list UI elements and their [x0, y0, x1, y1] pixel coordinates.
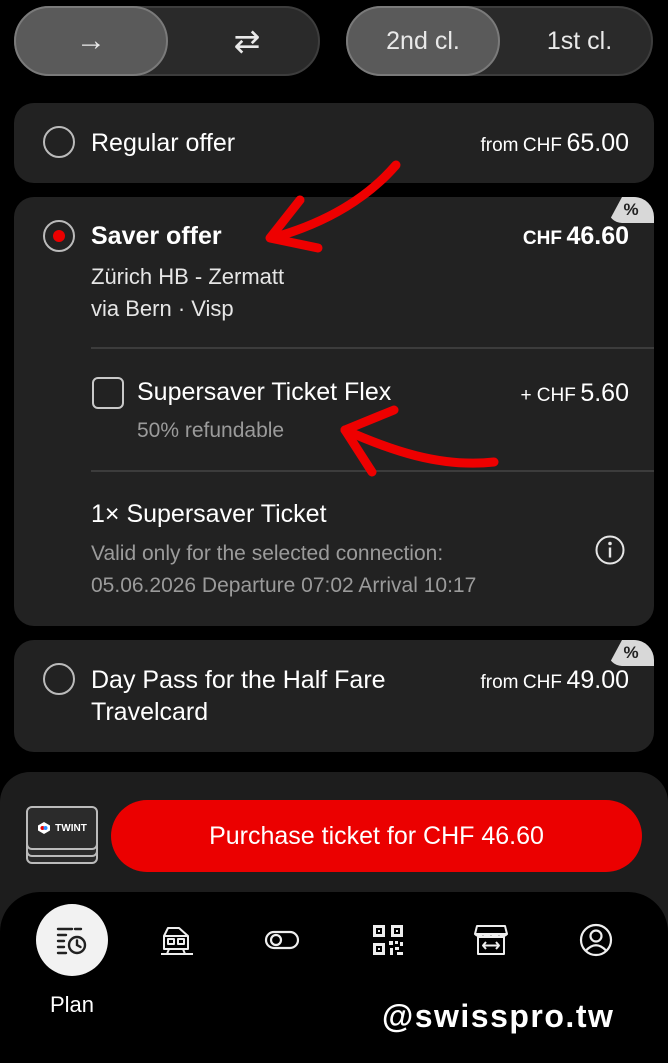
twint-payment-button[interactable]: TWINT: [26, 806, 98, 864]
arrow-right-icon: →: [76, 24, 106, 57]
one-way-button[interactable]: →: [14, 6, 168, 76]
return-trip-button[interactable]: ⇄: [170, 6, 324, 76]
currency: CHF: [522, 228, 562, 249]
flex-addon-checkbox[interactable]: [92, 377, 124, 409]
watermark: @swisspro.tw: [382, 998, 615, 1034]
saver-offer-label: Saver offer: [91, 222, 222, 250]
from-label: from: [480, 672, 519, 693]
toggle-switch-icon[interactable]: [264, 922, 300, 958]
class-toggle: 2nd cl. 1st cl.: [346, 6, 653, 76]
profile-icon[interactable]: [578, 922, 614, 958]
via-text: via Bern · Visp: [91, 296, 234, 321]
twint-logo-icon: [38, 822, 51, 834]
regular-offer-card[interactable]: Regular offer from CHF 65.00: [14, 103, 654, 183]
ticket-validity: Valid only for the selected connection:: [91, 542, 444, 565]
direction-toggle: → ⇄: [14, 6, 320, 76]
currency: CHF: [522, 135, 562, 156]
divider: [91, 347, 654, 349]
first-class-button[interactable]: 1st cl.: [502, 6, 657, 76]
twint-label: TWINT: [55, 822, 87, 834]
timetable-icon: [56, 927, 87, 955]
day-pass-offer-card[interactable]: % Day Pass for the Half Fare Travelcard …: [14, 640, 654, 752]
price-value: 46.60: [566, 222, 629, 250]
day-pass-label-line1: Day Pass for the Half Fare: [91, 666, 386, 694]
info-icon[interactable]: [594, 534, 626, 566]
purchase-ticket-button[interactable]: Purchase ticket for CHF 46.60: [111, 800, 642, 872]
price-value: 65.00: [566, 129, 629, 157]
regular-offer-radio[interactable]: [43, 126, 75, 158]
swap-arrows-icon: ⇄: [233, 23, 261, 59]
from-label: from: [480, 135, 519, 156]
saver-offer-price: CHF 46.60: [523, 222, 629, 251]
saver-offer-card[interactable]: % Saver offer CHF 46.60 Zürich HB - Zerm…: [14, 197, 654, 626]
discount-badge: %: [608, 640, 654, 666]
discount-badge: %: [608, 197, 654, 223]
saver-offer-radio[interactable]: [43, 220, 75, 252]
divider: [91, 470, 654, 472]
flex-addon-price: + CHF 5.60: [520, 379, 629, 408]
second-class-button[interactable]: 2nd cl.: [346, 6, 500, 76]
shop-icon[interactable]: [473, 922, 509, 958]
qr-code-icon[interactable]: [370, 922, 406, 958]
price-prefix: + CHF: [520, 385, 576, 406]
price-value: 49.00: [566, 666, 629, 694]
day-pass-radio[interactable]: [43, 663, 75, 695]
ticket-title: 1× Supersaver Ticket: [91, 500, 327, 528]
price-value: 5.60: [580, 379, 629, 407]
train-icon[interactable]: [159, 922, 195, 958]
day-pass-label-line2: Travelcard: [91, 698, 209, 726]
tab-plan-label: Plan: [50, 992, 95, 1017]
currency: CHF: [522, 672, 562, 693]
regular-offer-price: from CHF 65.00: [480, 129, 629, 158]
day-pass-price: from CHF 49.00: [480, 666, 629, 695]
route-text: Zürich HB - Zermatt: [91, 264, 285, 289]
ticket-times: 05.06.2026 Departure 07:02 Arrival 10:17: [91, 574, 477, 597]
regular-offer-label: Regular offer: [91, 129, 236, 157]
flex-addon-label: Supersaver Ticket Flex: [137, 378, 392, 406]
flex-addon-sub: 50% refundable: [137, 419, 285, 442]
tab-plan[interactable]: [36, 904, 108, 976]
